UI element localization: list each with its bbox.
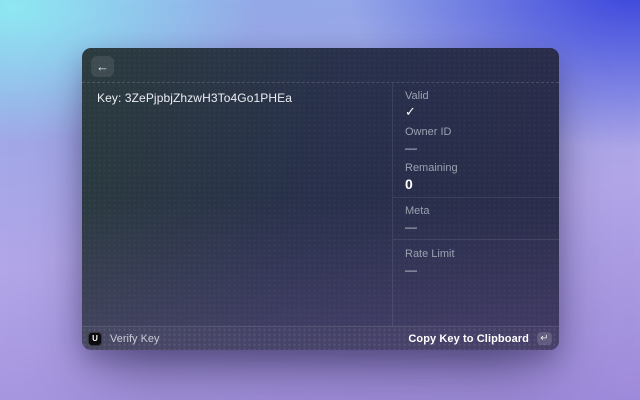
detail-group-valid: Valid ✓	[405, 89, 547, 121]
details-section-rate-limit: Rate Limit —	[393, 239, 559, 326]
copy-key-button[interactable]: Copy Key to Clipboard	[408, 333, 529, 345]
remaining-label: Remaining	[405, 162, 458, 174]
detail-group-rate-limit: Rate Limit —	[405, 247, 547, 279]
detail-group-meta: Meta —	[405, 204, 547, 236]
details-section-status: Valid ✓ Owner ID — Remaining 0	[393, 83, 559, 197]
key-display-area: Key: 3ZePjpbjZhzwH3To4Go1PHEa	[82, 83, 392, 326]
back-button[interactable]: ←	[91, 56, 114, 77]
main-area: Key: 3ZePjpbjZhzwH3To4Go1PHEa Valid ✓ Ow…	[82, 83, 559, 326]
footer-bar: U Verify Key Copy Key to Clipboard ↵	[82, 326, 559, 350]
key-value-text: Key: 3ZePjpbjZhzwH3To4Go1PHEa	[97, 91, 292, 105]
unkey-logo-icon: U	[88, 331, 102, 346]
rate-limit-value: —	[405, 263, 417, 277]
details-section-meta: Meta —	[393, 197, 559, 239]
rate-limit-label: Rate Limit	[405, 248, 455, 260]
valid-label: Valid	[405, 90, 429, 102]
logo-glyph: U	[92, 334, 98, 343]
window-titlebar: ←	[82, 48, 559, 83]
meta-value: —	[405, 220, 417, 234]
remaining-value: 0	[405, 176, 413, 192]
valid-check-icon: ✓	[405, 104, 416, 119]
owner-id-label: Owner ID	[405, 126, 452, 138]
owner-id-value: —	[405, 141, 417, 155]
detail-group-owner-id: Owner ID —	[405, 125, 547, 157]
enter-key-icon[interactable]: ↵	[537, 332, 552, 345]
enter-glyph: ↵	[540, 333, 549, 344]
key-details-panel: Valid ✓ Owner ID — Remaining 0 Meta — Ra…	[392, 83, 559, 326]
detail-group-remaining: Remaining 0	[405, 161, 547, 193]
back-arrow-icon: ←	[96, 58, 109, 74]
meta-label: Meta	[405, 205, 430, 217]
key-verification-window: ← Key: 3ZePjpbjZhzwH3To4Go1PHEa Valid ✓ …	[82, 48, 559, 350]
verify-key-label: Verify Key	[110, 332, 160, 345]
